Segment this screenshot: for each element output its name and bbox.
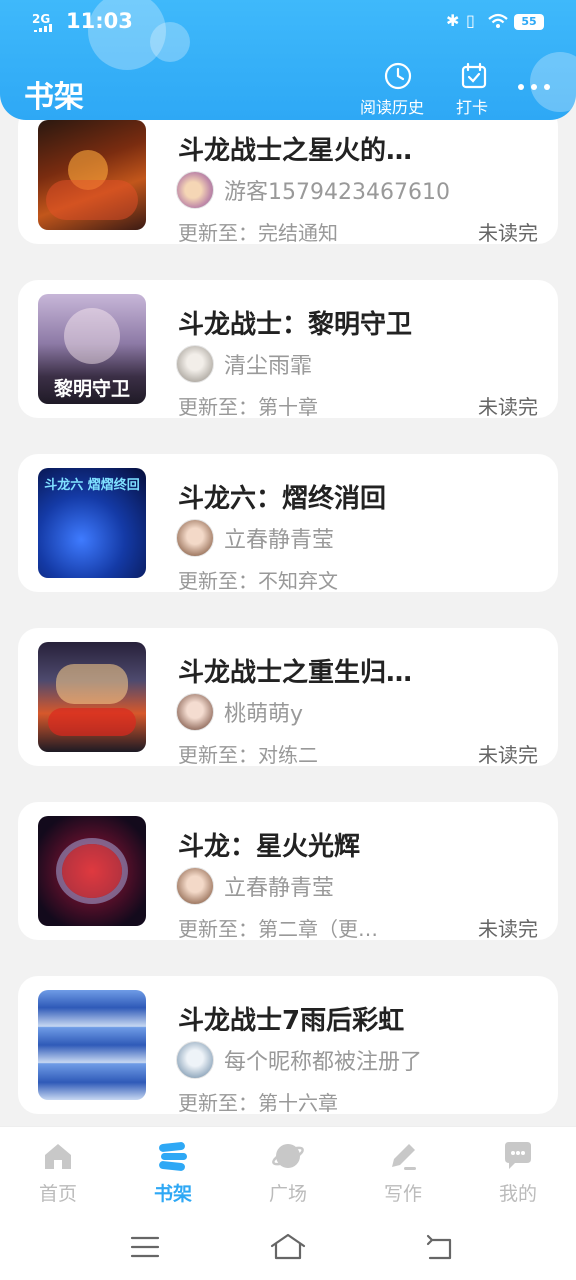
book-title: 斗龙战士之星火的…	[178, 136, 413, 166]
vibrate-icon: ▯	[466, 11, 475, 30]
book-cover[interactable]	[38, 816, 146, 926]
author-avatar	[176, 867, 214, 905]
read-status: 未读完	[478, 221, 538, 245]
cover-text: 斗龙六 熠熠终回	[44, 478, 140, 493]
book-cover[interactable]	[38, 642, 146, 752]
bluetooth-icon: ✱	[446, 11, 460, 30]
book-cover[interactable]	[38, 120, 146, 230]
cover-text: 黎明守卫	[53, 378, 130, 400]
author-name: 桃萌萌y	[224, 702, 304, 727]
back-icon[interactable]	[424, 1234, 456, 1262]
update-info: 更新至：不知弃文	[178, 569, 338, 593]
book-title: 斗龙：星火光辉	[178, 832, 361, 862]
tab-home[interactable]: 首页	[28, 1139, 88, 1206]
author-avatar	[176, 693, 214, 731]
read-status: 未读完	[478, 917, 538, 941]
chat-bubble-icon	[505, 1142, 531, 1169]
author-avatar	[176, 519, 214, 557]
tab-label: 广场	[268, 1183, 307, 1205]
pencil-icon	[392, 1144, 416, 1170]
system-nav-bar	[0, 1216, 576, 1280]
clock-icon	[384, 62, 412, 90]
book-card[interactable]: 斗龙战士之重生归… 桃萌萌y 更新至：对练二 未读完	[18, 628, 558, 767]
dot-icon	[531, 84, 537, 90]
app-header: 2G 11:03 ✱ ▯ 55 书架 阅读历史 打卡	[0, 0, 576, 120]
tab-write[interactable]: 写作	[373, 1139, 433, 1206]
book-title: 斗龙战士之重生归…	[178, 658, 413, 688]
book-title: 斗龙战士：黎明守卫	[178, 310, 413, 340]
update-info: 更新至：第二章（更…	[178, 917, 378, 941]
signal-icon	[34, 24, 52, 32]
tab-bookshelf[interactable]: 书架	[143, 1139, 203, 1206]
book-cover[interactable]: 黎明守卫	[38, 294, 146, 404]
tab-label: 我的	[498, 1183, 537, 1205]
more-options-button[interactable]	[516, 84, 552, 92]
tab-label: 书架	[153, 1183, 192, 1205]
author-avatar	[176, 1041, 214, 1079]
book-cover[interactable]	[38, 990, 146, 1100]
update-info: 更新至：第十六章	[178, 1091, 338, 1115]
read-status: 未读完	[478, 395, 538, 419]
author-avatar	[176, 345, 214, 383]
author-name: 立春静青莹	[224, 876, 335, 901]
status-bar: 2G 11:03 ✱ ▯ 55	[0, 0, 576, 44]
page-title: 书架	[24, 80, 84, 115]
book-card[interactable]: 斗龙：星火光辉 立春静青莹 更新至：第二章（更… 未读完	[18, 802, 558, 941]
calendar-check-icon	[461, 62, 487, 89]
bottom-tab-bar: 首页 书架 广场 写作 我的	[0, 1126, 576, 1216]
author-name: 立春静青莹	[224, 528, 335, 553]
check-in-label: 打卡	[456, 98, 489, 117]
decor-bubble	[530, 52, 576, 112]
author-name: 清尘雨霏	[224, 354, 313, 379]
author-avatar	[176, 171, 214, 209]
tab-label: 写作	[383, 1183, 422, 1205]
home-nav-icon[interactable]	[268, 1232, 308, 1262]
author-name: 游客1579423467610	[224, 180, 450, 205]
book-title: 斗龙六：熠终消回	[178, 484, 387, 514]
update-info: 更新至：第十章	[178, 395, 318, 419]
clock: 11:03	[66, 9, 133, 33]
dot-icon	[544, 84, 550, 90]
wifi-icon	[488, 13, 508, 28]
book-card[interactable]: 斗龙战士之星火的… 游客1579423467610 更新至：完结通知 未读完	[18, 106, 558, 245]
reading-history-label: 阅读历史	[360, 98, 425, 117]
book-cover[interactable]: 斗龙六 熠熠终回	[38, 468, 146, 578]
update-info: 更新至：对练二	[178, 743, 318, 767]
book-card[interactable]: 斗龙六 熠熠终回 斗龙六：熠终消回 立春静青莹 更新至：不知弃文	[18, 454, 558, 593]
book-title: 斗龙战士7雨后彩虹	[178, 1006, 405, 1036]
tab-plaza[interactable]: 广场	[258, 1139, 318, 1206]
menu-icon[interactable]	[130, 1234, 160, 1260]
read-status: 未读完	[478, 743, 538, 767]
tab-label: 首页	[38, 1183, 77, 1205]
battery-indicator: 55	[514, 14, 544, 30]
book-card[interactable]: 黎明守卫 斗龙战士：黎明守卫 清尘雨霏 更新至：第十章 未读完	[18, 280, 558, 419]
planet-icon	[272, 1144, 304, 1168]
home-icon	[45, 1144, 71, 1169]
tab-me[interactable]: 我的	[488, 1139, 548, 1206]
dot-icon	[518, 84, 524, 90]
update-info: 更新至：完结通知	[178, 221, 338, 245]
bookshelf-icon	[159, 1142, 187, 1171]
author-name: 每个昵称都被注册了	[224, 1050, 423, 1075]
book-card[interactable]: 斗龙战士7雨后彩虹 每个昵称都被注册了 更新至：第十六章	[18, 976, 558, 1115]
